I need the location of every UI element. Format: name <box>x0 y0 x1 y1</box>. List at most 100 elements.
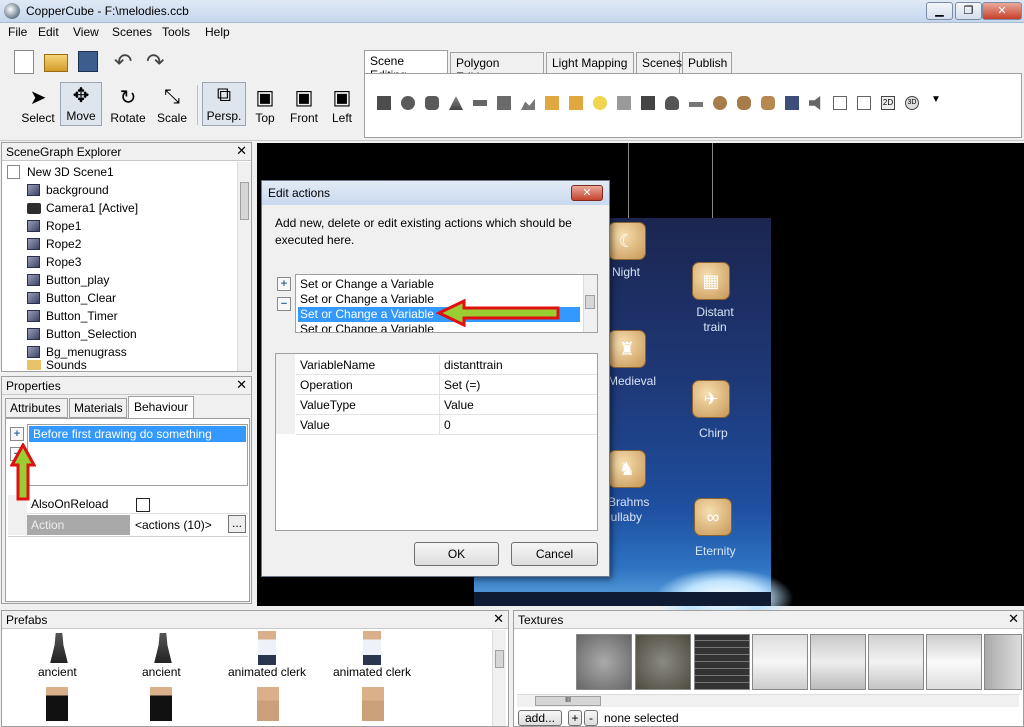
grid-value-value-type[interactable]: Value <box>439 395 597 415</box>
view-top[interactable]: ▣ Top <box>250 85 280 126</box>
waypoint-icon[interactable] <box>857 96 871 110</box>
cube-icon[interactable] <box>377 96 391 110</box>
texture-thumb-grate[interactable] <box>694 634 750 690</box>
night-moon-icon[interactable]: ☾ <box>608 222 646 260</box>
eternity-infinity-icon[interactable]: ∞ <box>694 498 732 536</box>
open-folder-icon[interactable] <box>44 54 68 72</box>
prefab-character-icon[interactable] <box>257 687 279 721</box>
tree-item-button-play[interactable]: Button_play <box>27 271 109 289</box>
grid-value-variable-name[interactable]: distanttrain <box>439 355 597 375</box>
tab-attributes[interactable]: Attributes <box>5 398 68 418</box>
light-icon[interactable] <box>593 96 607 110</box>
texture-thumb-rust[interactable] <box>635 634 691 690</box>
scrollbar-thumb[interactable] <box>585 295 595 309</box>
tree-item-button-selection[interactable]: Button_Selection <box>27 325 137 343</box>
tree-item-rope1[interactable]: Rope1 <box>27 217 81 235</box>
texture-thumb-sky[interactable] <box>868 634 924 690</box>
path-icon[interactable] <box>761 96 775 110</box>
character-icon[interactable] <box>665 96 679 110</box>
medieval-hat-icon[interactable]: ♜ <box>608 330 646 368</box>
save-icon[interactable] <box>78 51 98 72</box>
menu-file[interactable]: File <box>8 25 27 39</box>
cylinder-icon[interactable] <box>425 96 439 110</box>
add-behaviour-icon[interactable]: + <box>10 427 24 441</box>
tab-publish[interactable]: Publish <box>682 52 732 74</box>
close-window-button[interactable]: ✕ <box>982 2 1022 20</box>
tab-light-mapping[interactable]: Light Mapping <box>546 52 634 74</box>
particles-icon[interactable] <box>617 96 631 110</box>
tree-item-rope2[interactable]: Rope2 <box>27 235 81 253</box>
scrollbar-thumb[interactable] <box>240 182 249 220</box>
cancel-button[interactable]: Cancel <box>511 542 598 566</box>
path-node-icon[interactable] <box>833 96 847 110</box>
chirp-bird-icon[interactable]: ✈ <box>692 380 730 418</box>
2d-overlay-icon[interactable]: 2D <box>881 96 895 110</box>
distant-train-icon[interactable]: ▦ <box>692 262 730 300</box>
sphere-icon[interactable] <box>401 96 415 110</box>
menu-edit[interactable]: Edit <box>38 25 59 39</box>
prefab-character-icon[interactable] <box>150 687 172 721</box>
new-file-icon[interactable] <box>14 50 34 74</box>
tool-scale[interactable]: ⤡ Scale <box>154 85 190 126</box>
terrain-icon[interactable] <box>521 98 535 110</box>
menu-help[interactable]: Help <box>205 25 230 39</box>
more-dropdown-icon[interactable]: ▼ <box>931 94 941 105</box>
texture-thumb-sky[interactable] <box>926 634 982 690</box>
tool-move[interactable]: ✥ Move <box>60 82 102 126</box>
prefabs-scrollbar[interactable] <box>492 630 506 726</box>
prefabs-close-icon[interactable]: ✕ <box>493 611 504 627</box>
tab-polygon-editing[interactable]: Polygon Editing <box>450 52 544 84</box>
texture-thumb-stone[interactable] <box>576 634 632 690</box>
grid-value-value[interactable]: 0 <box>439 415 597 435</box>
dialog-close-button[interactable]: ✕ <box>571 185 603 201</box>
remove-action-icon[interactable]: − <box>277 297 291 311</box>
view-front[interactable]: ▣ Front <box>286 85 322 126</box>
add-texture-button[interactable]: add... <box>518 710 562 726</box>
skybox-icon[interactable] <box>497 96 511 110</box>
texture-thumb-sky[interactable] <box>810 634 866 690</box>
actions-scrollbar[interactable] <box>583 275 597 332</box>
tool-rotate[interactable]: ↻ Rotate <box>108 85 148 126</box>
also-on-reload-checkbox[interactable] <box>136 498 150 512</box>
prefab-clerk-icon[interactable] <box>258 631 276 665</box>
scrollbar-thumb[interactable] <box>495 650 504 668</box>
scenegraph-close-icon[interactable]: ✕ <box>236 143 247 159</box>
tab-scenes[interactable]: Scenes <box>636 52 682 74</box>
3d-text-icon[interactable]: 3D <box>905 96 919 110</box>
texture-thumb-sky[interactable] <box>752 634 808 690</box>
grid-value-operation[interactable]: Set (=) <box>439 375 597 395</box>
import-animated-icon[interactable] <box>569 96 583 110</box>
tab-materials[interactable]: Materials <box>69 398 127 418</box>
behaviour-item[interactable]: Before first drawing do something <box>29 426 246 442</box>
ok-button[interactable]: OK <box>414 542 499 566</box>
import-mesh-icon[interactable] <box>545 96 559 110</box>
tree-item-background[interactable]: background <box>27 181 109 199</box>
overlay-icon[interactable] <box>785 96 799 110</box>
maximize-button[interactable]: ❐ <box>955 2 982 20</box>
billboard-icon[interactable] <box>713 96 727 110</box>
textures-close-icon[interactable]: ✕ <box>1008 611 1019 627</box>
action-edit-button[interactable]: ... <box>228 515 246 533</box>
menu-tools[interactable]: Tools <box>162 25 190 39</box>
plane-icon[interactable] <box>473 100 487 106</box>
prefab-character-icon[interactable] <box>362 687 384 721</box>
tool-select[interactable]: ➤ Select <box>20 85 56 126</box>
undo-icon[interactable]: ↶ <box>114 49 132 75</box>
properties-close-icon[interactable]: ✕ <box>236 377 247 393</box>
prefab-clerk-icon[interactable] <box>363 631 381 665</box>
prefab-ancient-icon[interactable] <box>154 633 172 663</box>
camera-icon[interactable] <box>641 96 655 110</box>
tree-item-rope3[interactable]: Rope3 <box>27 253 81 271</box>
tree-item-button-clear[interactable]: Button_Clear <box>27 289 116 307</box>
tree-item-camera[interactable]: Camera1 [Active] <box>27 199 138 217</box>
menu-view[interactable]: View <box>73 25 99 39</box>
tab-scene-editing[interactable]: Scene Editing <box>364 50 448 82</box>
brahms-bear-icon[interactable]: ♞ <box>608 450 646 488</box>
texture-zoom-out-button[interactable]: - <box>584 710 598 726</box>
action-item[interactable]: Set or Change a Variable <box>298 277 580 292</box>
tree-root[interactable]: New 3D Scene1 <box>7 163 114 181</box>
minimize-button[interactable]: ▁ <box>926 2 953 20</box>
view-left[interactable]: ▣ Left <box>328 85 356 126</box>
scenegraph-scrollbar[interactable] <box>237 162 251 371</box>
texture-anim-icon[interactable] <box>737 96 751 110</box>
